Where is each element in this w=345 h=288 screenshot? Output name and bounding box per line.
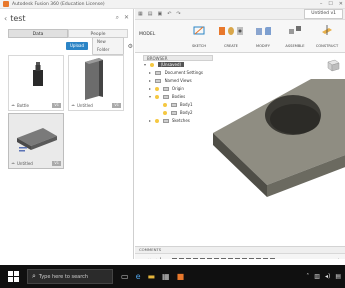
volume-icon[interactable]: ◂)	[325, 273, 330, 280]
file-card-untitled-1[interactable]: ☁ Untitled V1	[68, 55, 124, 111]
windows-logo-tile	[13, 277, 19, 282]
network-icon[interactable]: ▥	[314, 273, 320, 280]
notification-icon[interactable]: ▤	[335, 273, 341, 280]
version-badge: V1	[112, 103, 121, 108]
taskbar-apps: ▭ e ▬ ▦ ■	[121, 272, 184, 281]
sketch-tool-group[interactable]: SKETCH	[185, 24, 213, 48]
extrude-icon	[219, 27, 225, 35]
comments-bar[interactable]: COMMENTS	[135, 246, 345, 253]
project-name[interactable]: test	[10, 14, 25, 23]
minimize-icon[interactable]: –	[320, 1, 323, 7]
windows-logo-tile	[7, 277, 13, 282]
cloud-icon: ☁	[71, 102, 75, 107]
cloud-icon: ☁	[11, 160, 15, 165]
upload-button[interactable]: Upload	[66, 42, 89, 50]
system-tray: ˄ ▥ ◂) ▤	[306, 273, 341, 280]
taskbar: ⌕ Type here to search ▭ e ▬ ▦ ■ ˄ ▥ ◂) ▤	[0, 265, 345, 288]
panel-tools: ⌕ ✕	[116, 14, 129, 22]
file-card-bottle[interactable]: ☁ Bottle V1	[8, 55, 64, 111]
task-view-icon[interactable]: ▭	[121, 272, 129, 281]
version-badge: V1	[52, 103, 61, 108]
taskbar-search[interactable]: ⌕ Type here to search	[27, 269, 113, 284]
main-window: ▦ ▤ ▣ ↶ ↷ Untitled v1 MODEL SKETCH CREAT…	[135, 9, 345, 268]
edge-icon[interactable]: e	[136, 272, 141, 281]
back-icon[interactable]: ‹	[4, 14, 7, 23]
model-viewport[interactable]	[135, 53, 345, 246]
redo-icon[interactable]: ↷	[176, 11, 180, 17]
fusion-app-icon	[3, 1, 9, 7]
start-button[interactable]	[5, 269, 21, 285]
close-panel-icon[interactable]: ✕	[124, 14, 129, 22]
data-panel-header: ‹ test ⌕ ✕	[0, 9, 133, 27]
toolbar: MODEL SKETCH CREATE MODIFY ASSEMBLE CONS…	[135, 20, 345, 53]
sketch-label: SKETCH	[191, 44, 207, 48]
save-icon[interactable]: ▣	[157, 11, 162, 17]
joint-icon	[289, 26, 301, 34]
bottle-thumbnail	[33, 62, 43, 86]
workspace-switcher[interactable]: MODEL	[139, 32, 155, 37]
windows-logo-tile	[7, 271, 13, 276]
data-panel: ‹ test ⌕ ✕ Data People Upload New Folder…	[0, 9, 134, 259]
window-controls: – ☐ ✕	[320, 1, 343, 7]
search-icon: ⌕	[32, 272, 36, 280]
store-icon[interactable]: ▦	[162, 272, 170, 281]
new-folder-button[interactable]: New Folder	[92, 37, 124, 55]
file-name: Untitled	[77, 103, 93, 108]
maximize-icon[interactable]: ☐	[328, 1, 332, 7]
undo-icon[interactable]: ↶	[167, 11, 171, 17]
create-tool-group[interactable]: CREATE	[217, 24, 245, 48]
file-card-untitled-2[interactable]: ☁ Untitled V1	[8, 113, 64, 169]
flat-plate-thumbnail	[17, 128, 57, 152]
data-panel-actions: Upload New Folder ⚙	[66, 37, 133, 55]
fillet-icon	[264, 27, 271, 35]
file-name: Untitled	[17, 161, 33, 166]
plane-icon	[322, 25, 332, 35]
quick-access-bar: ▦ ▤ ▣ ↶ ↷ Untitled v1	[135, 9, 345, 20]
assemble-tool-group[interactable]: ASSEMBLE	[281, 24, 309, 48]
close-icon[interactable]: ✕	[339, 1, 343, 7]
gear-icon[interactable]: ⚙	[128, 43, 133, 50]
plate-hole-inner	[270, 104, 320, 134]
search-icon[interactable]: ⌕	[116, 14, 119, 22]
construct-label: CONSTRUCT	[315, 44, 339, 48]
grid-icon[interactable]: ▦	[138, 11, 143, 17]
modify-tool-group[interactable]: MODIFY	[249, 24, 277, 48]
chevron-up-icon[interactable]: ˄	[306, 273, 309, 280]
title-bar: Autodesk Fusion 360 (Education License) …	[0, 0, 345, 9]
file-icon[interactable]: ▤	[148, 11, 153, 17]
assemble-label: ASSEMBLE	[285, 44, 305, 48]
create-label: CREATE	[224, 44, 238, 48]
document-tab[interactable]: Untitled v1	[304, 9, 343, 19]
plate-thumbnail	[85, 58, 103, 100]
revolve-icon	[228, 27, 234, 35]
fusion-taskbar-icon[interactable]: ■	[177, 272, 185, 281]
windows-logo-tile	[13, 271, 19, 276]
modify-label: MODIFY	[255, 44, 271, 48]
file-explorer-icon[interactable]: ▬	[147, 272, 155, 281]
sketch-icon	[193, 26, 205, 35]
hole-icon	[237, 27, 243, 35]
search-placeholder: Type here to search	[38, 273, 89, 280]
press-pull-icon	[255, 28, 262, 35]
version-badge: V1	[52, 161, 61, 166]
cloud-icon: ☁	[11, 102, 15, 107]
construct-tool-group[interactable]: CONSTRUCT	[313, 24, 341, 48]
tab-data[interactable]: Data	[8, 29, 68, 38]
window-title: Autodesk Fusion 360 (Education License)	[12, 1, 105, 7]
file-name: Bottle	[17, 103, 29, 108]
